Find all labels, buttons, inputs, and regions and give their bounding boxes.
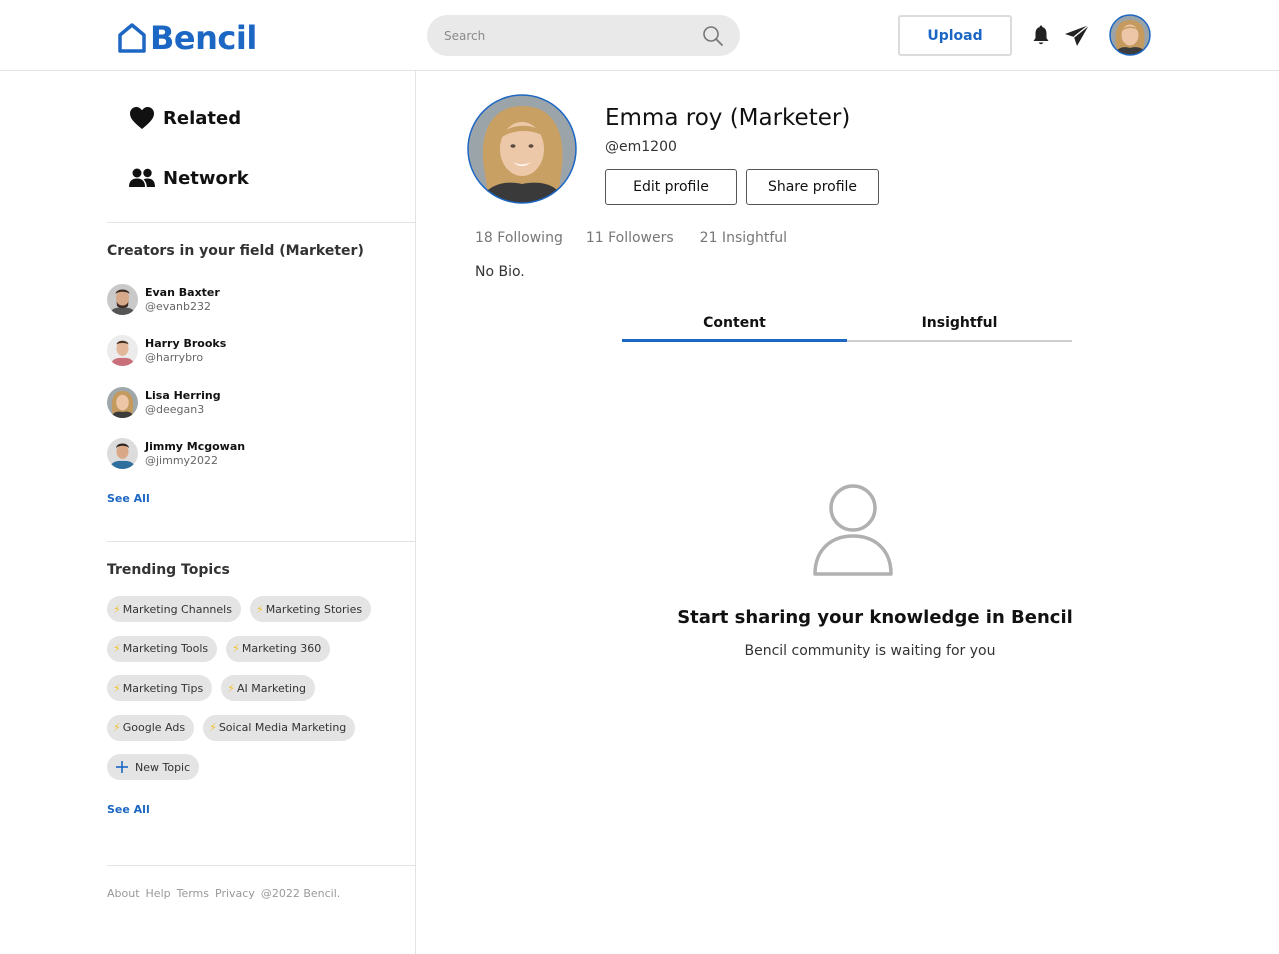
topic-row: ⚡ Marketing Tips ⚡ AI Marketing [107, 675, 407, 702]
topic-label: Google Ads [122, 721, 186, 734]
topic-chip[interactable]: ⚡ Marketing Tools [107, 635, 218, 662]
creator-item[interactable]: Evan Baxter @evanb232 [107, 284, 220, 315]
upload-button[interactable]: Upload [898, 15, 1012, 56]
followers-count[interactable]: 11 Followers [586, 230, 674, 246]
profile-stats: 18 Following 11 Followers 21 Insightful [475, 230, 787, 246]
footer-link-help[interactable]: Help [146, 887, 171, 900]
topic-chip[interactable]: ⚡ Marketing Channels [107, 596, 241, 622]
search-input[interactable] [444, 28, 702, 43]
tab-insightful[interactable]: Insightful [847, 308, 1072, 342]
topic-label: Marketing Stories [265, 602, 363, 616]
topic-chip[interactable]: ⚡ Marketing 360 [226, 635, 331, 662]
creators-title: Creators in your field (Marketer) [107, 243, 364, 259]
topic-label: AI Marketing [236, 681, 307, 695]
new-topic-button[interactable]: New Topic [107, 754, 200, 780]
topic-label: Soical Media Marketing [218, 721, 347, 734]
profile-avatar[interactable] [467, 94, 577, 204]
trending-topics: ⚡ Marketing Channels ⚡ Marketing Stories… [107, 596, 407, 794]
bolt-icon: ⚡ [255, 602, 264, 616]
sidebar-divider [107, 865, 416, 866]
bolt-icon: ⚡ [232, 642, 240, 655]
avatar [107, 387, 138, 418]
topic-label: Marketing Tips [122, 681, 204, 695]
topic-chip[interactable]: ⚡ AI Marketing [221, 675, 316, 701]
footer-links: About Help Terms Privacy @2022 Bencil. [107, 887, 340, 900]
creators-see-all-link[interactable]: See All [107, 492, 150, 505]
avatar [107, 335, 138, 366]
new-topic-label: New Topic [135, 760, 191, 774]
topic-chip[interactable]: ⚡ Marketing Tips [107, 675, 213, 701]
empty-state-subtitle: Bencil community is waiting for you [744, 643, 996, 659]
plus-icon [116, 761, 128, 773]
left-sidebar: Related Network Creators in your field (… [0, 71, 416, 954]
creator-item[interactable]: Harry Brooks @harrybro [107, 335, 226, 366]
copyright: @2022 Bencil. [260, 887, 341, 900]
share-profile-button[interactable]: Share profile [746, 169, 879, 205]
topic-chip[interactable]: ⚡ Marketing Stories [249, 596, 372, 622]
profile-page: Bencil Upload [0, 0, 1279, 954]
top-bar: Bencil Upload [0, 0, 1279, 71]
footer-link-about[interactable]: About [107, 887, 140, 900]
people-icon [129, 168, 155, 187]
send-icon[interactable] [1064, 24, 1090, 48]
person-outline-icon [813, 484, 893, 576]
trending-title: Trending Topics [107, 562, 230, 578]
bolt-icon: ⚡ [113, 681, 121, 695]
topic-chip[interactable]: ⚡ Soical Media Marketing [203, 714, 356, 741]
sidebar-divider [107, 541, 416, 542]
search-icon[interactable] [702, 25, 724, 47]
avatar[interactable] [1109, 14, 1151, 56]
empty-state-title: Start sharing your knowledge in Bencil [677, 607, 1073, 628]
logo[interactable]: Bencil [117, 19, 257, 57]
profile-tabs: Content Insightful [622, 308, 1072, 342]
topic-row: ⚡ Marketing Channels ⚡ Marketing Stories [107, 596, 407, 623]
profile-handle: @em1200 [605, 139, 677, 155]
nav-network-label: Network [163, 167, 249, 189]
home-logo-icon [118, 23, 146, 53]
topic-label: Marketing Channels [122, 602, 232, 616]
topic-label: Marketing Tools [122, 642, 209, 655]
creator-name: Evan Baxter [145, 285, 220, 299]
topic-chip[interactable]: ⚡ Google Ads [107, 714, 195, 741]
creator-handle: @harrybro [145, 350, 204, 364]
creator-item[interactable]: Lisa Herring @deegan3 [107, 387, 221, 418]
sidebar-divider [107, 222, 416, 223]
nav-network[interactable]: Network [129, 167, 249, 189]
insightful-count[interactable]: 21 Insightful [700, 230, 787, 246]
topic-row: New Topic [107, 754, 407, 781]
profile-name: Emma roy (Marketer) [605, 105, 851, 131]
bolt-icon: ⚡ [113, 721, 121, 734]
footer-link-terms[interactable]: Terms [177, 887, 209, 900]
creator-name: Jimmy Mcgowan [145, 439, 246, 453]
creator-item[interactable]: Jimmy Mcgowan @jimmy2022 [107, 438, 245, 469]
edit-profile-button[interactable]: Edit profile [605, 169, 737, 205]
topic-row: ⚡ Marketing Tools ⚡ Marketing 360 [107, 635, 407, 663]
bolt-icon: ⚡ [227, 681, 235, 695]
creator-name: Lisa Herring [145, 388, 221, 402]
nav-related[interactable]: Related [129, 106, 241, 130]
creator-name: Harry Brooks [145, 336, 227, 350]
heart-icon [130, 107, 154, 129]
topic-row: ⚡ Google Ads ⚡ Soical Media Marketing [107, 714, 407, 742]
bolt-icon: ⚡ [113, 642, 121, 655]
bolt-icon: ⚡ [113, 602, 121, 616]
bolt-icon: ⚡ [209, 721, 217, 734]
bell-icon[interactable] [1031, 25, 1051, 47]
profile-bio: No Bio. [475, 264, 525, 280]
topics-see-all-link[interactable]: See All [107, 803, 150, 816]
nav-related-label: Related [163, 107, 242, 129]
logo-text: Bencil [150, 19, 257, 57]
creator-handle: @jimmy2022 [145, 453, 219, 467]
following-count[interactable]: 18 Following [475, 230, 563, 246]
tab-content[interactable]: Content [622, 308, 847, 342]
creator-handle: @evanb232 [145, 299, 211, 313]
creator-handle: @deegan3 [145, 402, 205, 416]
avatar [107, 438, 138, 469]
avatar [107, 284, 138, 315]
footer-link-privacy[interactable]: Privacy [215, 887, 255, 900]
search-bar[interactable] [427, 15, 740, 56]
topic-label: Marketing 360 [241, 642, 322, 655]
